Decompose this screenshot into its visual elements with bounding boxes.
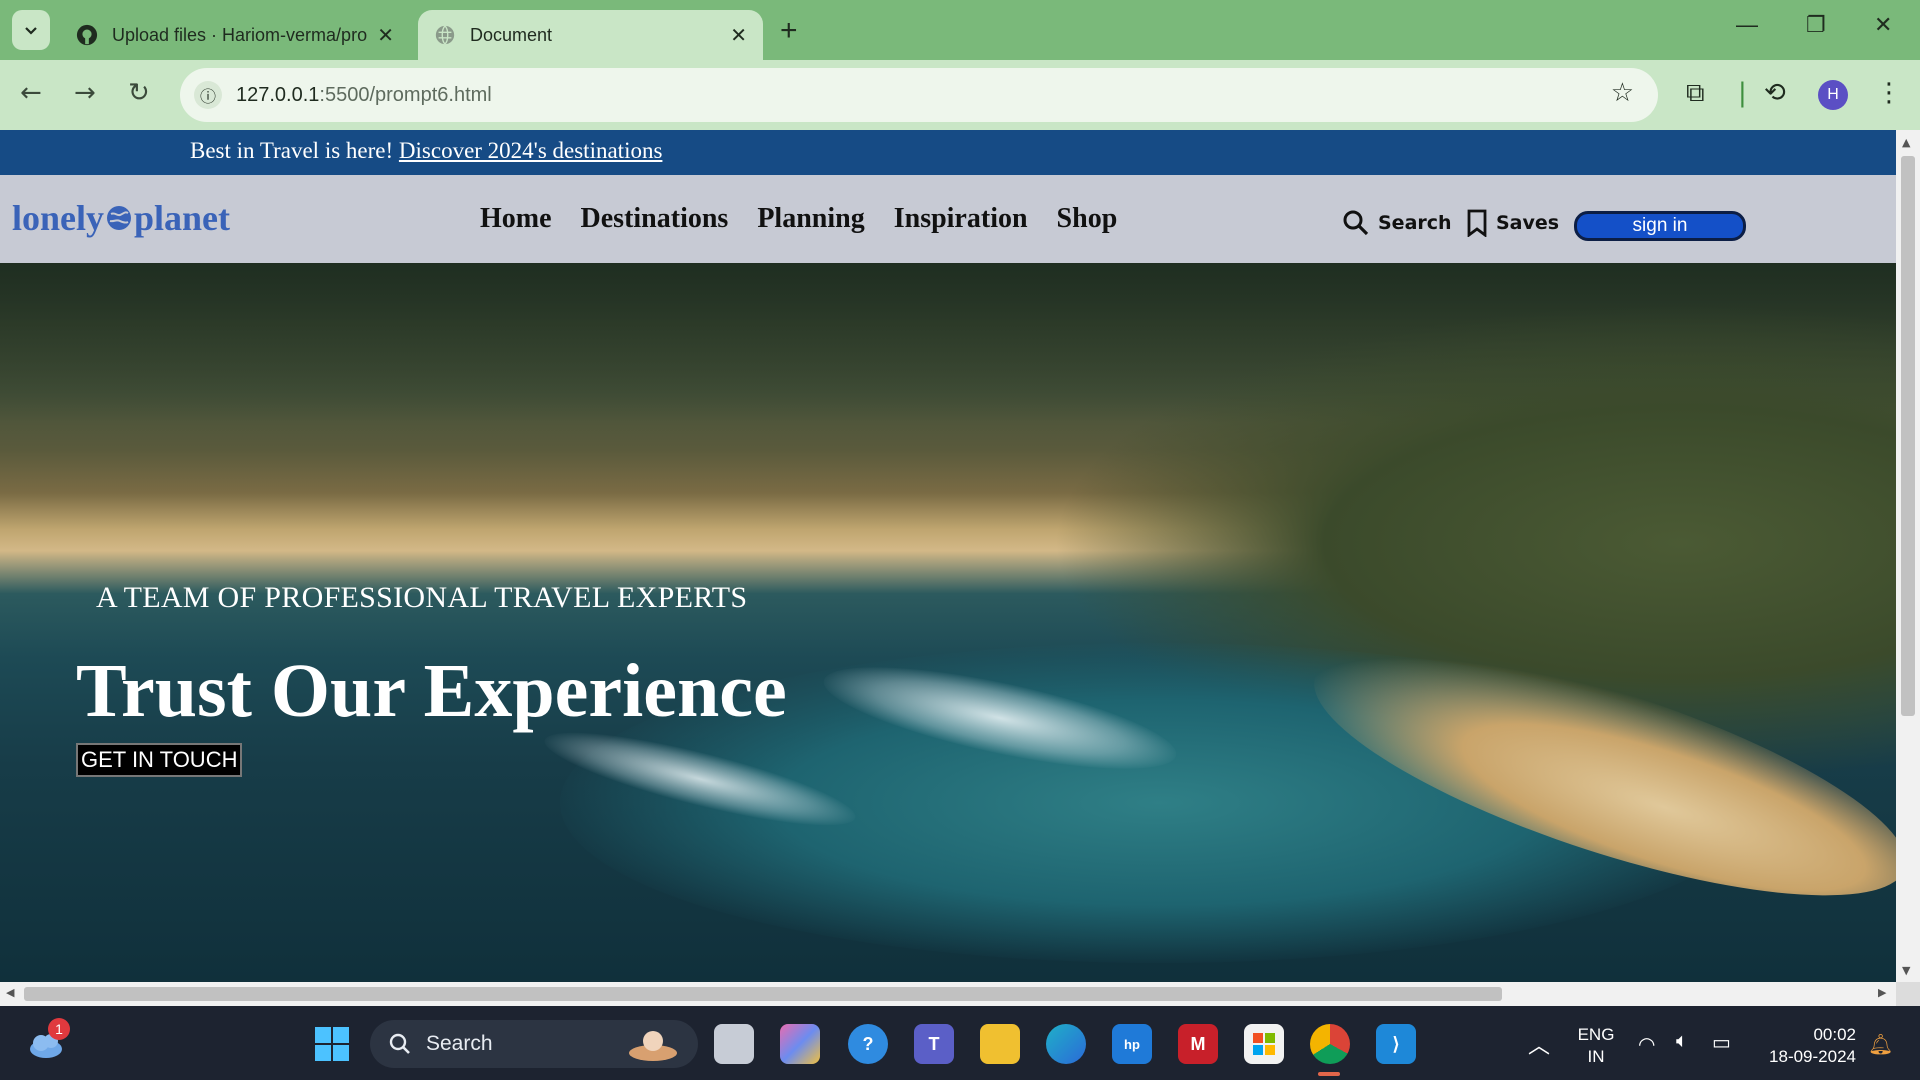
close-tab-icon[interactable]: ✕ [377,23,394,47]
search-icon [1343,210,1369,236]
taskbar-search[interactable]: Search [370,1020,698,1068]
address-bar[interactable]: ⓘ 127.0.0.1:5500/prompt6.html ☆ [180,68,1658,122]
search-label: Search [1378,212,1452,234]
chevron-down-icon [25,27,37,35]
url-text: 127.0.0.1:5500/prompt6.html [236,84,492,107]
restore-icon[interactable]: ❐ [1806,12,1826,38]
github-icon [76,24,98,46]
header-search[interactable]: Search [1342,209,1452,237]
copilot-icon[interactable] [780,1024,820,1064]
header-saves[interactable]: Saves [1466,209,1559,237]
reload-icon[interactable]: ↻ [128,78,150,108]
saves-label: Saves [1496,212,1560,234]
battery-icon[interactable]: ▭ [1712,1030,1731,1055]
horizontal-scrollbar[interactable]: ◀ ▶ [0,982,1896,1006]
language-code: ENG [1577,1025,1615,1044]
site-header: lonely planet Home Destinations Planning… [0,175,1896,263]
extensions-icon[interactable]: ⧉ [1686,78,1705,109]
browser-tab-bar: Upload files · Hariom-verma/prompt ✕ Doc… [0,0,1920,60]
clock-date: 18-09-2024 [1769,1047,1856,1066]
site-logo[interactable]: lonely planet [12,197,230,239]
tab-document[interactable]: Document ✕ [418,10,763,60]
profile-avatar[interactable]: H [1818,80,1848,110]
promo-banner: Best in Travel is here! Discover 2024's … [0,130,1896,175]
back-icon[interactable]: ← [20,78,42,108]
close-tab-icon[interactable]: ✕ [730,23,747,47]
search-placeholder: Search [426,1032,493,1055]
search-highlight-icon [629,1031,677,1061]
logo-text-1: lonely [12,198,105,238]
get-in-touch-button[interactable]: GET IN TOUCH [76,743,243,777]
scroll-thumb[interactable] [24,987,1502,1001]
windows-icon [315,1027,349,1061]
bookmark-star-icon[interactable]: ☆ [1611,78,1634,108]
language-indicator[interactable]: ENG IN [1570,1024,1622,1068]
site-info-icon[interactable]: ⓘ [194,81,222,109]
scroll-left-arrow[interactable]: ◀ [6,986,14,999]
clock-time: 00:02 [1813,1025,1856,1044]
promo-text: Best in Travel is here! [190,138,399,163]
tab-title: Document [470,24,553,45]
store-icon[interactable] [1244,1024,1284,1064]
hero-title: Trust Our Experience [76,649,787,733]
scrollbar-corner [1896,982,1920,1006]
wifi-icon[interactable]: ◠ [1638,1032,1655,1057]
nav-planning[interactable]: Planning [757,203,864,235]
volume-icon[interactable]: 🔈︎ [1676,1030,1688,1053]
performance-icon[interactable]: ⟲ [1764,78,1786,108]
myhp-icon[interactable]: hp [1112,1024,1152,1064]
close-window-icon[interactable]: ✕ [1874,12,1892,38]
tab-github-upload[interactable]: Upload files · Hariom-verma/prompt ✕ [60,10,410,60]
notification-badge: 1 [48,1018,70,1040]
globe-icon [435,25,455,45]
bookmark-icon [1467,209,1487,237]
hero-section: A TEAM OF PROFESSIONAL TRAVEL EXPERTS Tr… [0,263,1896,982]
active-app-indicator [1318,1072,1340,1076]
vscode-icon[interactable]: ⟩ [1376,1024,1416,1064]
mcafee-icon[interactable]: M [1178,1024,1218,1064]
minimize-icon[interactable]: — [1736,12,1758,38]
url-path: :5500/prompt6.html [319,83,492,106]
help-icon[interactable]: ? [848,1024,888,1064]
hero-kicker: A TEAM OF PROFESSIONAL TRAVEL EXPERTS [96,581,748,614]
browser-toolbar: ← → ↻ ⓘ 127.0.0.1:5500/prompt6.html ☆ ⧉ … [0,60,1920,130]
globe-logo-icon [107,206,132,230]
chrome-icon[interactable] [1310,1024,1350,1064]
nav-shop[interactable]: Shop [1057,203,1118,235]
scroll-thumb[interactable] [1901,156,1915,716]
promo-link[interactable]: Discover 2024's destinations [399,138,663,163]
edge-icon[interactable] [1046,1024,1086,1064]
search-icon [389,1033,410,1054]
nav-destinations[interactable]: Destinations [581,203,729,235]
nav-inspiration[interactable]: Inspiration [894,203,1028,235]
logo-text-2: planet [134,198,231,238]
task-view-icon[interactable] [714,1024,754,1064]
tab-search-button[interactable] [12,10,50,50]
chevron-up-icon[interactable]: ︿ [1528,1028,1550,1060]
file-explorer-icon[interactable] [980,1024,1020,1064]
scroll-down-arrow[interactable]: ▼ [1902,964,1910,977]
clock[interactable]: 00:02 18-09-2024 [1756,1024,1856,1068]
vertical-scrollbar[interactable]: ▲ ▼ [1896,130,1920,982]
new-tab-button[interactable]: + [780,14,798,48]
nav-home[interactable]: Home [480,203,552,235]
notification-bell-icon[interactable]: 🔔︎ [1868,1032,1893,1057]
main-nav: Home Destinations Planning Inspiration S… [480,203,1117,235]
taskbar: 1 Search ? T hp M ⟩ ︿ ENG IN ◠ 🔈︎ ▭ 00:0… [0,1006,1920,1080]
tab-title: Upload files · Hariom-verma/prompt [112,24,368,45]
region-code: IN [1587,1047,1605,1066]
divider: | [1738,78,1747,108]
forward-icon[interactable]: → [74,78,96,108]
more-menu-icon[interactable]: ⋮ [1876,78,1902,108]
teams-icon[interactable]: T [914,1024,954,1064]
page-viewport: Best in Travel is here! Discover 2024's … [0,130,1896,982]
scroll-right-arrow[interactable]: ▶ [1878,986,1886,999]
url-host: 127.0.0.1 [236,83,320,106]
scroll-up-arrow[interactable]: ▲ [1902,136,1910,149]
start-button[interactable] [312,1024,352,1064]
sign-in-button[interactable]: sign in [1574,211,1746,241]
store-grid-icon [1253,1033,1275,1055]
